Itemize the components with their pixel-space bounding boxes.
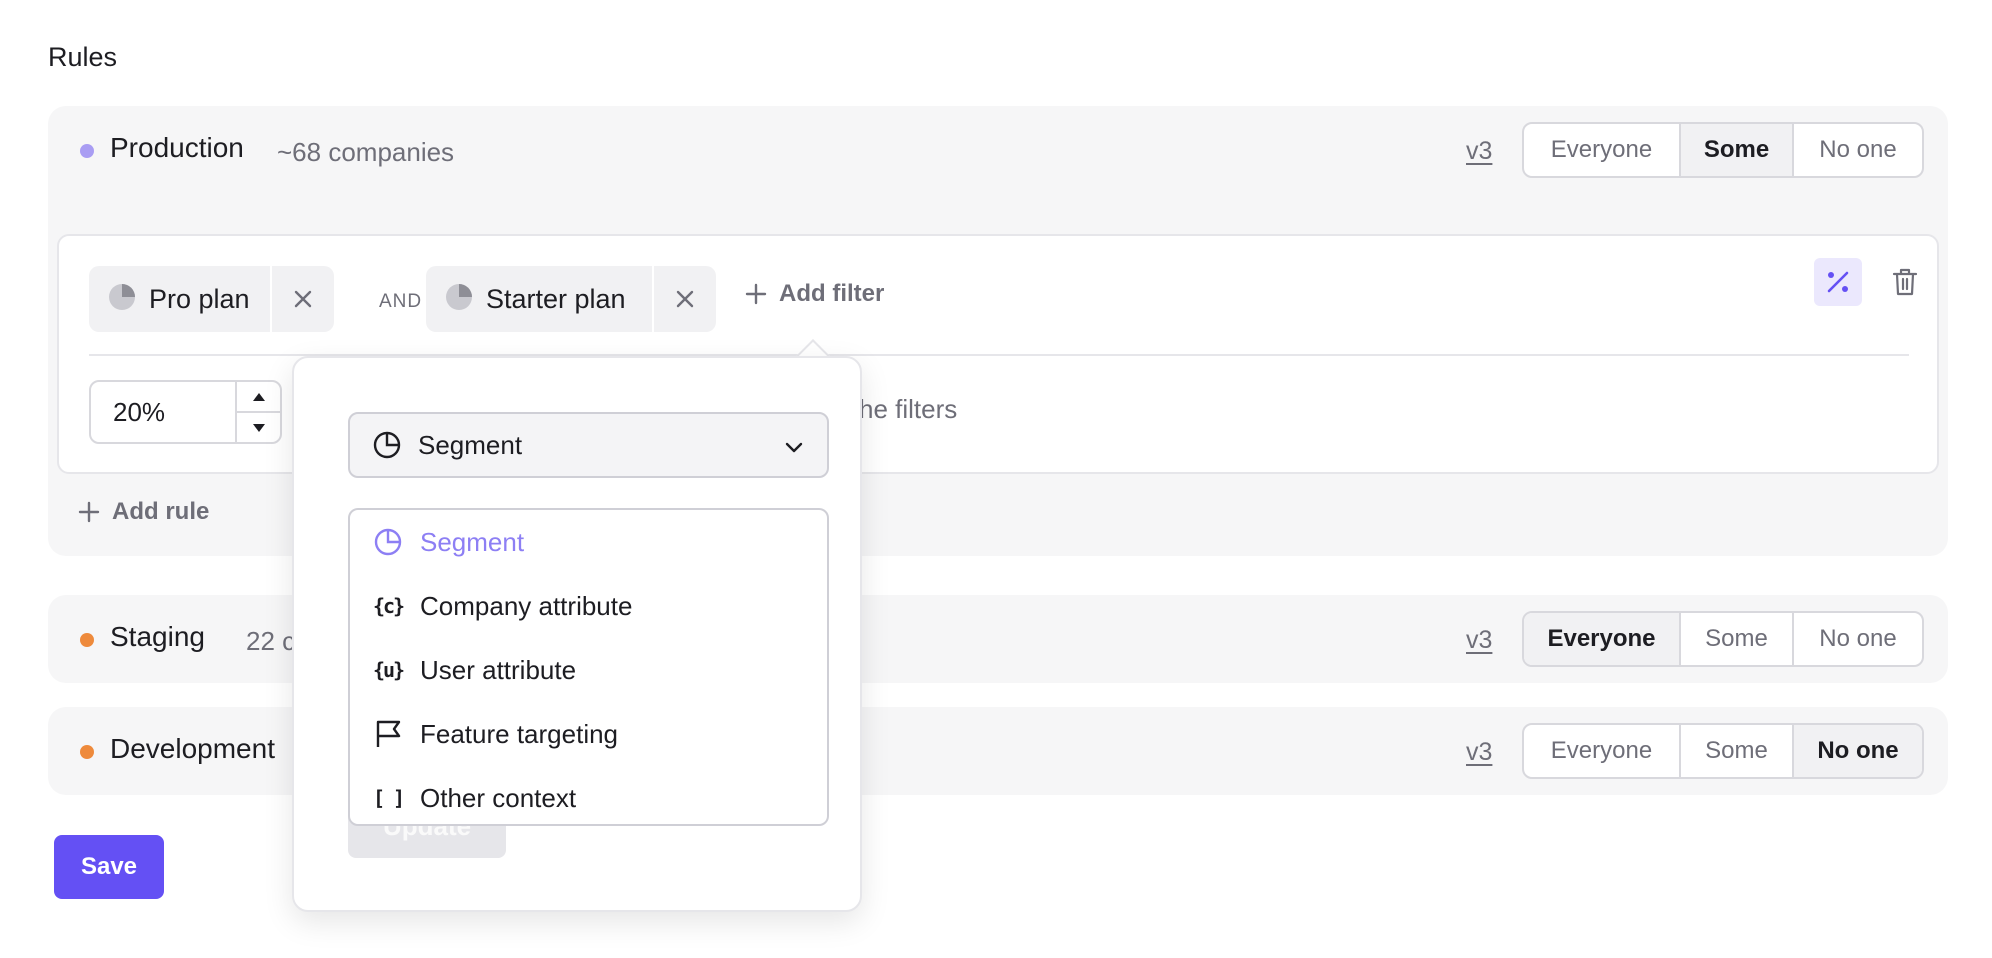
menu-item-label: User attribute xyxy=(420,654,577,685)
version-link[interactable]: v3 xyxy=(1466,626,1492,655)
menu-item-segment[interactable]: Segment xyxy=(372,522,524,562)
segment-pie-icon xyxy=(107,282,137,317)
add-rule-label: Add rule xyxy=(112,498,210,525)
stepper-buttons xyxy=(235,382,280,442)
page-title: Rules xyxy=(48,42,118,72)
close-icon xyxy=(294,290,312,308)
operator-label: AND xyxy=(379,291,423,312)
plus-icon xyxy=(745,283,767,305)
menu-item-user-attribute[interactable]: {u} User attribute xyxy=(372,650,576,690)
company-count: ~68 companies xyxy=(277,137,455,167)
rollout-input[interactable] xyxy=(91,382,235,442)
status-dot xyxy=(80,633,94,647)
version-link[interactable]: v3 xyxy=(1466,137,1492,166)
trash-icon xyxy=(1892,268,1918,296)
plus-icon xyxy=(78,501,100,523)
filter-label: Starter plan xyxy=(486,283,626,314)
menu-item-company-attribute[interactable]: {c} Company attribute xyxy=(372,586,633,626)
toggle-everyone[interactable]: Everyone xyxy=(1524,725,1681,777)
menu-item-label: Company attribute xyxy=(420,590,633,621)
caret-down-icon xyxy=(252,423,265,432)
audience-toggle: Everyone Some No one xyxy=(1522,611,1924,667)
filter-type-popover: Segment Update Segment {c} Company attri… xyxy=(292,356,862,912)
menu-item-other-context[interactable]: [ ] Other context xyxy=(372,778,576,818)
audience-toggle: Everyone Some No one xyxy=(1522,723,1924,779)
segment-pie-icon xyxy=(444,282,474,317)
menu-item-label: Segment xyxy=(420,526,525,557)
filter-chip[interactable]: Starter plan xyxy=(426,266,716,332)
status-dot xyxy=(80,144,94,158)
environment-name: Production xyxy=(110,132,244,163)
percent-icon xyxy=(1827,271,1849,293)
company-count: 22 c xyxy=(246,626,296,656)
close-icon xyxy=(676,290,694,308)
toggle-some[interactable]: Some xyxy=(1681,613,1794,665)
filter-chip[interactable]: Pro plan xyxy=(89,266,334,332)
percentage-toggle-button[interactable] xyxy=(1814,258,1862,306)
rollout-stepper xyxy=(89,380,282,444)
user-braces-icon: {u} xyxy=(372,658,405,682)
menu-item-feature-targeting[interactable]: Feature targeting xyxy=(372,714,618,754)
filter-type-menu: Segment {c} Company attribute {u} User a… xyxy=(348,508,829,826)
version-link[interactable]: v3 xyxy=(1466,738,1492,767)
status-dot xyxy=(80,745,94,759)
pie-chart-icon xyxy=(373,431,401,459)
company-braces-icon: {c} xyxy=(372,594,405,618)
toggle-no-one[interactable]: No one xyxy=(1794,124,1922,176)
menu-item-label: Feature targeting xyxy=(420,718,619,749)
environment-name: Staging xyxy=(110,621,205,652)
delete-rule-button[interactable] xyxy=(1881,258,1929,306)
environment-name: Development xyxy=(110,733,275,764)
remove-filter-button[interactable] xyxy=(654,266,716,332)
add-rule-button[interactable]: Add rule xyxy=(78,498,209,526)
filter-chip-main[interactable]: Pro plan xyxy=(89,266,272,332)
caret-up-icon xyxy=(252,392,265,401)
toggle-no-one[interactable]: No one xyxy=(1794,613,1922,665)
save-button[interactable]: Save xyxy=(54,835,164,899)
add-filter-label: Add filter xyxy=(779,280,885,307)
toggle-everyone[interactable]: Everyone xyxy=(1524,613,1681,665)
select-value: Segment xyxy=(418,429,523,460)
menu-item-label: Other context xyxy=(420,782,577,813)
filter-label: Pro plan xyxy=(149,283,250,314)
toggle-no-one[interactable]: No one xyxy=(1794,725,1922,777)
rollout-description: he filters xyxy=(859,394,958,424)
chevron-down-icon xyxy=(785,442,803,453)
filter-type-select[interactable]: Segment xyxy=(348,412,829,478)
toggle-everyone[interactable]: Everyone xyxy=(1524,124,1681,176)
flag-icon xyxy=(372,718,404,750)
decrement-button[interactable] xyxy=(237,413,280,442)
add-filter-button[interactable]: Add filter xyxy=(745,280,884,308)
environment-header: Production ~68 companies v3 Everyone Som… xyxy=(48,106,1948,194)
brackets-icon: [ ] xyxy=(372,786,405,810)
filter-chip-main[interactable]: Starter plan xyxy=(426,266,654,332)
pie-chart-icon xyxy=(372,526,404,558)
toggle-some[interactable]: Some xyxy=(1681,725,1794,777)
remove-filter-button[interactable] xyxy=(272,266,334,332)
audience-toggle: Everyone Some No one xyxy=(1522,122,1924,178)
toggle-some[interactable]: Some xyxy=(1681,124,1794,176)
increment-button[interactable] xyxy=(237,382,280,413)
